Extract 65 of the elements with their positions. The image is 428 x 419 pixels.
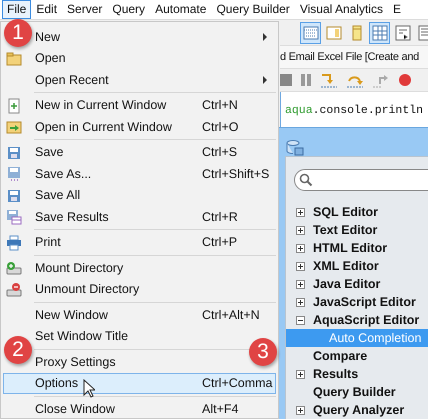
tree-item[interactable]: Text Editor	[286, 221, 428, 239]
floppy-disk-icon	[6, 166, 22, 182]
new-document-icon	[6, 98, 22, 114]
panel-icon	[326, 24, 342, 40]
menu-item[interactable]: Options Ctrl+Comma	[3, 372, 276, 394]
menu-item[interactable]: Open in Current Window Ctrl+O	[34, 116, 276, 138]
search-icon	[299, 173, 313, 187]
menu-item[interactable]: Save Ctrl+S	[34, 142, 276, 163]
tree-item[interactable]: SQL Editor	[286, 203, 428, 221]
menu-item[interactable]: Close Window Alt+F4	[34, 398, 276, 419]
menu-item[interactable]: Edit	[31, 0, 62, 19]
menu-item[interactable]: Set Window Title	[34, 326, 244, 347]
expand-icon[interactable]	[296, 298, 305, 307]
code-line: aqua.console.println	[285, 104, 424, 117]
floppy-disk-icon	[6, 209, 22, 225]
step-into-icon[interactable]	[320, 72, 338, 88]
expand-icon[interactable]	[296, 262, 305, 271]
menu-item[interactable]: Save Results Ctrl+R	[34, 206, 276, 228]
tree-item[interactable]: Compare	[286, 347, 428, 365]
tree-item[interactable]: JavaScript Editor	[286, 293, 428, 311]
stop-icon[interactable]	[280, 73, 292, 87]
expand-icon[interactable]	[296, 406, 305, 415]
menu-item[interactable]: New	[34, 26, 276, 48]
menu-item[interactable]: New in Current Window Ctrl+N	[34, 94, 276, 116]
menu-item[interactable]: Query	[107, 0, 150, 19]
mouse-cursor-icon	[83, 379, 95, 398]
expand-icon[interactable]	[296, 208, 305, 217]
menu-item[interactable]: Server	[62, 0, 108, 19]
menu-item[interactable]: Automate	[150, 0, 212, 19]
menu-item[interactable]: Open	[34, 48, 244, 69]
menu-item[interactable]: Visual Analytics	[294, 0, 388, 19]
search-field[interactable]	[294, 169, 428, 191]
menu-item[interactable]: Save As... Ctrl+Shift+S	[34, 163, 276, 184]
database-icon	[286, 140, 304, 156]
tree-item[interactable]: Java Editor	[286, 275, 428, 293]
table-icon	[372, 24, 388, 40]
tree-item[interactable]: XML Editor	[286, 257, 428, 275]
menu-item[interactable]: Save All	[34, 184, 244, 206]
toolbar-button[interactable]	[369, 22, 390, 44]
expand-icon[interactable]	[296, 370, 305, 379]
collapse-icon[interactable]	[296, 316, 305, 325]
menu-item[interactable]: Unmount Directory	[34, 278, 244, 300]
tree-item[interactable]: HTML Editor	[286, 239, 428, 257]
toolbar-button[interactable]	[300, 22, 321, 44]
printer-icon	[6, 234, 22, 250]
menu-item[interactable]: File	[2, 0, 32, 19]
drive-plus-icon	[6, 260, 22, 276]
tree-item[interactable]: Query Builder	[286, 383, 428, 401]
menu-item[interactable]: Open Recent	[34, 69, 276, 90]
menu-item[interactable]: New Window Ctrl+Alt+N	[34, 304, 276, 326]
tree-item[interactable]: Results	[286, 365, 428, 383]
tree-item[interactable]: Query Analyzer	[286, 401, 428, 419]
menu-item[interactable]: Mount Directory	[34, 257, 244, 278]
grid-icon	[302, 24, 318, 40]
tree-item[interactable]: AquaScript Editor	[286, 311, 428, 329]
drive-minus-icon	[6, 282, 22, 298]
menu-item[interactable]: E	[388, 0, 406, 19]
breakpoint-icon[interactable]	[398, 73, 412, 87]
menu-item[interactable]: Print Ctrl+P	[34, 232, 276, 253]
expand-icon[interactable]	[296, 226, 305, 235]
folder-icon	[6, 50, 22, 66]
expand-icon[interactable]	[296, 280, 305, 289]
expand-icon[interactable]	[296, 244, 305, 253]
menu-item[interactable]: Query Builder	[211, 0, 295, 19]
menu-item[interactable]: Proxy Settings	[34, 351, 244, 372]
